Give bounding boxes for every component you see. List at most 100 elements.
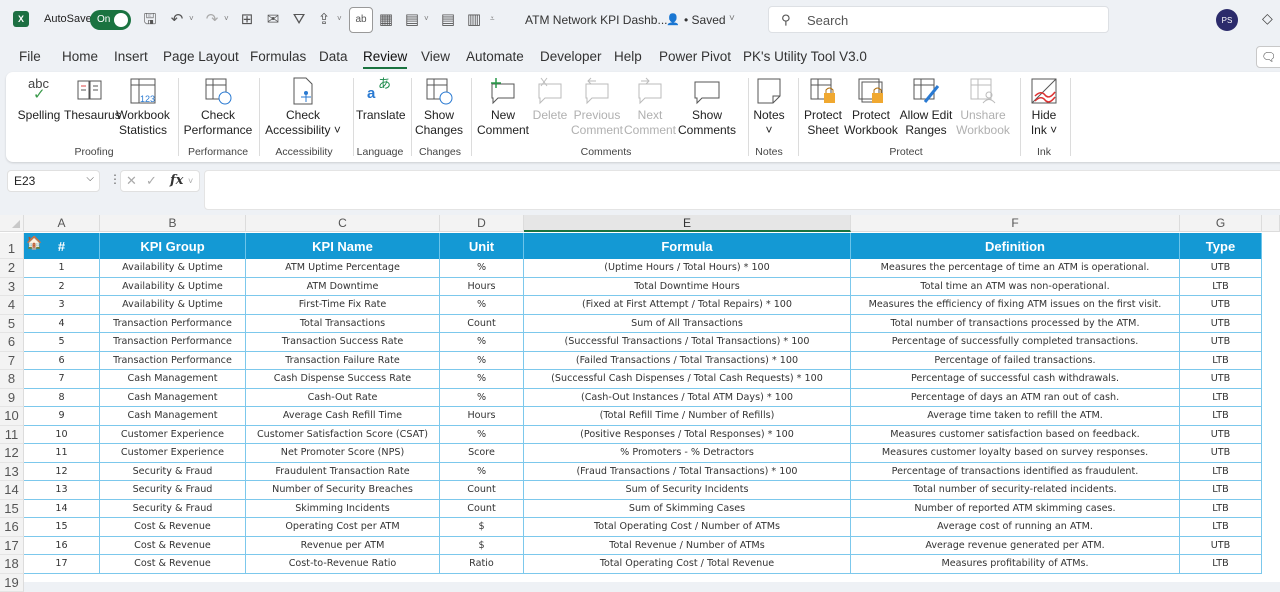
table-cell-definition[interactable]: Percentage of transactions identified as… xyxy=(851,463,1180,482)
table-cell-number[interactable]: 4 xyxy=(24,315,100,334)
table-cell-number[interactable]: 13 xyxy=(24,481,100,500)
name-box-chevron-icon[interactable]: ⌵ xyxy=(86,173,94,184)
row-header-8[interactable]: 8 xyxy=(0,370,24,389)
row-header-15[interactable]: 15 xyxy=(0,500,24,519)
table-header-type[interactable]: Type xyxy=(1180,233,1262,259)
tab-view[interactable]: View xyxy=(421,49,450,64)
table-cell-number[interactable]: 8 xyxy=(24,389,100,408)
table-cell-unit[interactable]: Count xyxy=(440,500,524,519)
table-cell-type[interactable]: LTB xyxy=(1180,352,1262,371)
table-cell-definition[interactable]: Percentage of days an ATM ran out of cas… xyxy=(851,389,1180,408)
table-cell-unit[interactable]: % xyxy=(440,352,524,371)
table-cell-kpi-name[interactable]: Net Promoter Score (NPS) xyxy=(246,444,440,463)
table-cell-kpi-name[interactable]: Revenue per ATM xyxy=(246,537,440,556)
tab-file[interactable]: File xyxy=(19,49,41,64)
table-cell-type[interactable]: UTB xyxy=(1180,315,1262,334)
tab-power-pivot[interactable]: Power Pivot xyxy=(659,49,731,64)
table-cell-type[interactable]: LTB xyxy=(1180,518,1262,537)
unshare-workbook-button[interactable]: Unshare Workbook xyxy=(956,76,1010,138)
table-cell-kpi-name[interactable]: ATM Uptime Percentage xyxy=(246,259,440,278)
row-header-6[interactable]: 6 xyxy=(0,333,24,352)
table-cell-unit[interactable]: $ xyxy=(440,537,524,556)
column-header-g[interactable]: G xyxy=(1180,215,1262,232)
table-header-kpi-name[interactable]: KPI Name xyxy=(246,233,440,259)
table-cell-unit[interactable]: % xyxy=(440,370,524,389)
table-cell-formula[interactable]: % Promoters - % Detractors xyxy=(524,444,851,463)
tab-insert[interactable]: Insert xyxy=(114,49,148,64)
table-cell-number[interactable]: 9 xyxy=(24,407,100,426)
table-cell-unit[interactable]: Hours xyxy=(440,407,524,426)
table-cell-definition[interactable]: Percentage of successfully completed tra… xyxy=(851,333,1180,352)
table-cell-unit[interactable]: % xyxy=(440,389,524,408)
table-cell-kpi-group[interactable]: Availability & Uptime xyxy=(100,259,246,278)
table-cell-number[interactable]: 6 xyxy=(24,352,100,371)
table-cell-kpi-group[interactable]: Availability & Uptime xyxy=(100,278,246,297)
table-cell-definition[interactable]: Percentage of successful cash withdrawal… xyxy=(851,370,1180,389)
table-header-unit[interactable]: Unit xyxy=(440,233,524,259)
table-cell-type[interactable]: LTB xyxy=(1180,463,1262,482)
spelling-button[interactable]: abc✓ Spelling xyxy=(14,76,64,123)
table-cell-formula[interactable]: (Successful Cash Dispenses / Total Cash … xyxy=(524,370,851,389)
table-cell-unit[interactable]: Ratio xyxy=(440,555,524,574)
table-cell-type[interactable]: UTB xyxy=(1180,370,1262,389)
cancel-icon[interactable]: ✕ xyxy=(126,173,137,189)
hide-ink-button[interactable]: Hide Ink ˅ xyxy=(1024,76,1064,138)
borders-icon[interactable]: ⊞ xyxy=(238,11,256,29)
tab-review[interactable]: Review xyxy=(363,49,407,64)
table-cell-formula[interactable]: (Positive Responses / Total Responses) *… xyxy=(524,426,851,445)
table-cell-type[interactable]: LTB xyxy=(1180,389,1262,408)
table-cell-type[interactable]: UTB xyxy=(1180,444,1262,463)
workbook-statistics-button[interactable]: 123 Workbook Statistics xyxy=(115,76,171,138)
table-cell-type[interactable]: LTB xyxy=(1180,555,1262,574)
table-cell-formula[interactable]: Total Revenue / Number of ATMs xyxy=(524,537,851,556)
table-cell-definition[interactable]: Average cost of running an ATM. xyxy=(851,518,1180,537)
protect-workbook-button[interactable]: Protect Workbook xyxy=(844,76,898,138)
table-cell-unit[interactable]: $ xyxy=(440,518,524,537)
table-cell-number[interactable]: 1 xyxy=(24,259,100,278)
table-cell-number[interactable]: 17 xyxy=(24,555,100,574)
table-cell-number[interactable]: 16 xyxy=(24,537,100,556)
column-header-e[interactable]: E xyxy=(524,215,851,232)
table-cell-type[interactable]: UTB xyxy=(1180,333,1262,352)
table-cell-unit[interactable]: Count xyxy=(440,481,524,500)
row-header-13[interactable]: 13 xyxy=(0,463,24,482)
table-cell-number[interactable]: 10 xyxy=(24,426,100,445)
table-cell-type[interactable]: UTB xyxy=(1180,537,1262,556)
table-cell-unit[interactable]: % xyxy=(440,259,524,278)
table-cell-kpi-group[interactable]: Cost & Revenue xyxy=(100,518,246,537)
table-cell-definition[interactable]: Measures profitability of ATMs. xyxy=(851,555,1180,574)
table-cell-definition[interactable]: Total time an ATM was non-operational. xyxy=(851,278,1180,297)
user-avatar[interactable]: PS xyxy=(1216,9,1238,31)
enter-icon[interactable]: ✓ xyxy=(146,173,157,189)
table-cell-kpi-name[interactable]: Number of Security Breaches xyxy=(246,481,440,500)
row-header-12[interactable]: 12 xyxy=(0,444,24,463)
table-cell-formula[interactable]: Sum of Skimming Cases xyxy=(524,500,851,519)
tab-data[interactable]: Data xyxy=(319,49,348,64)
table-cell-formula[interactable]: (Fixed at First Attempt / Total Repairs)… xyxy=(524,296,851,315)
table-cell-kpi-group[interactable]: Cost & Revenue xyxy=(100,555,246,574)
redo-dropdown-icon[interactable]: ˅ xyxy=(224,14,229,23)
table-cell-kpi-name[interactable]: Skimming Incidents xyxy=(246,500,440,519)
table-cell-formula[interactable]: (Successful Transactions / Total Transac… xyxy=(524,333,851,352)
table-cell-number[interactable]: 12 xyxy=(24,463,100,482)
tab-home[interactable]: Home xyxy=(62,49,98,64)
calculate-sheet-icon[interactable]: ▤ xyxy=(439,11,457,29)
search-box[interactable]: ⚲ Search xyxy=(768,6,1109,33)
table-cell-unit[interactable]: Hours xyxy=(440,278,524,297)
table-cell-formula[interactable]: (Failed Transactions / Total Transaction… xyxy=(524,352,851,371)
autosave-toggle[interactable]: On xyxy=(90,10,131,30)
table-cell-definition[interactable]: Average time taken to refill the ATM. xyxy=(851,407,1180,426)
table-cell-kpi-group[interactable]: Security & Fraud xyxy=(100,500,246,519)
previous-comment-button[interactable]: Previous Comment xyxy=(570,76,624,138)
table-cell-type[interactable]: UTB xyxy=(1180,426,1262,445)
column-header-a[interactable]: A xyxy=(24,215,100,232)
table-cell-kpi-name[interactable]: Customer Satisfaction Score (CSAT) xyxy=(246,426,440,445)
tab-help[interactable]: Help xyxy=(614,49,642,64)
table-cell-type[interactable]: UTB xyxy=(1180,259,1262,278)
table-cell-kpi-group[interactable]: Cash Management xyxy=(100,370,246,389)
table-cell-type[interactable]: LTB xyxy=(1180,500,1262,519)
undo-dropdown-icon[interactable]: ˅ xyxy=(189,14,194,23)
share-dropdown-icon[interactable]: ˅ xyxy=(337,14,342,23)
thesaurus-button[interactable]: Thesaurus xyxy=(64,76,116,123)
table-cell-number[interactable]: 5 xyxy=(24,333,100,352)
